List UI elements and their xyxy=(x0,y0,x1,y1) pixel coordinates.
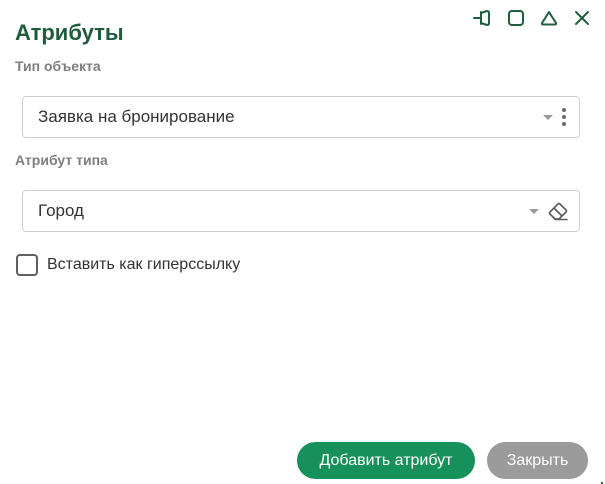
close-window-button[interactable] xyxy=(571,7,593,29)
attribute-type-select[interactable]: Город xyxy=(22,190,580,232)
collapse-button[interactable] xyxy=(538,7,560,29)
chevron-down-icon[interactable] xyxy=(543,114,553,120)
hyperlink-checkbox-label[interactable]: Вставить как гиперссылку xyxy=(47,256,240,274)
pin-icon xyxy=(473,10,490,26)
object-type-select[interactable]: Заявка на бронирование xyxy=(22,96,580,138)
maximize-button[interactable] xyxy=(505,7,527,29)
add-attribute-button[interactable]: Добавить атрибут xyxy=(297,442,475,479)
object-type-value: Заявка на бронирование xyxy=(38,107,235,126)
more-options-icon[interactable] xyxy=(561,108,567,126)
hyperlink-checkbox[interactable] xyxy=(16,254,38,276)
close-button[interactable]: Закрыть xyxy=(487,442,588,479)
attribute-type-label: Атрибут типа xyxy=(15,152,108,168)
collapse-icon xyxy=(540,11,558,26)
dialog-title: Атрибуты xyxy=(15,20,124,45)
eraser-icon[interactable] xyxy=(547,201,569,221)
pin-button[interactable] xyxy=(472,7,494,29)
object-type-label: Тип объекта xyxy=(15,58,101,74)
maximize-icon xyxy=(508,10,524,26)
attribute-type-value: Город xyxy=(38,201,84,220)
chevron-down-icon[interactable] xyxy=(529,208,539,214)
window-controls xyxy=(472,8,593,28)
hyperlink-checkbox-row[interactable]: Вставить как гиперссылку xyxy=(16,254,240,276)
attributes-dialog: Атрибуты Тип объекта Заявка на бронирова… xyxy=(0,0,605,484)
close-icon xyxy=(575,11,589,25)
